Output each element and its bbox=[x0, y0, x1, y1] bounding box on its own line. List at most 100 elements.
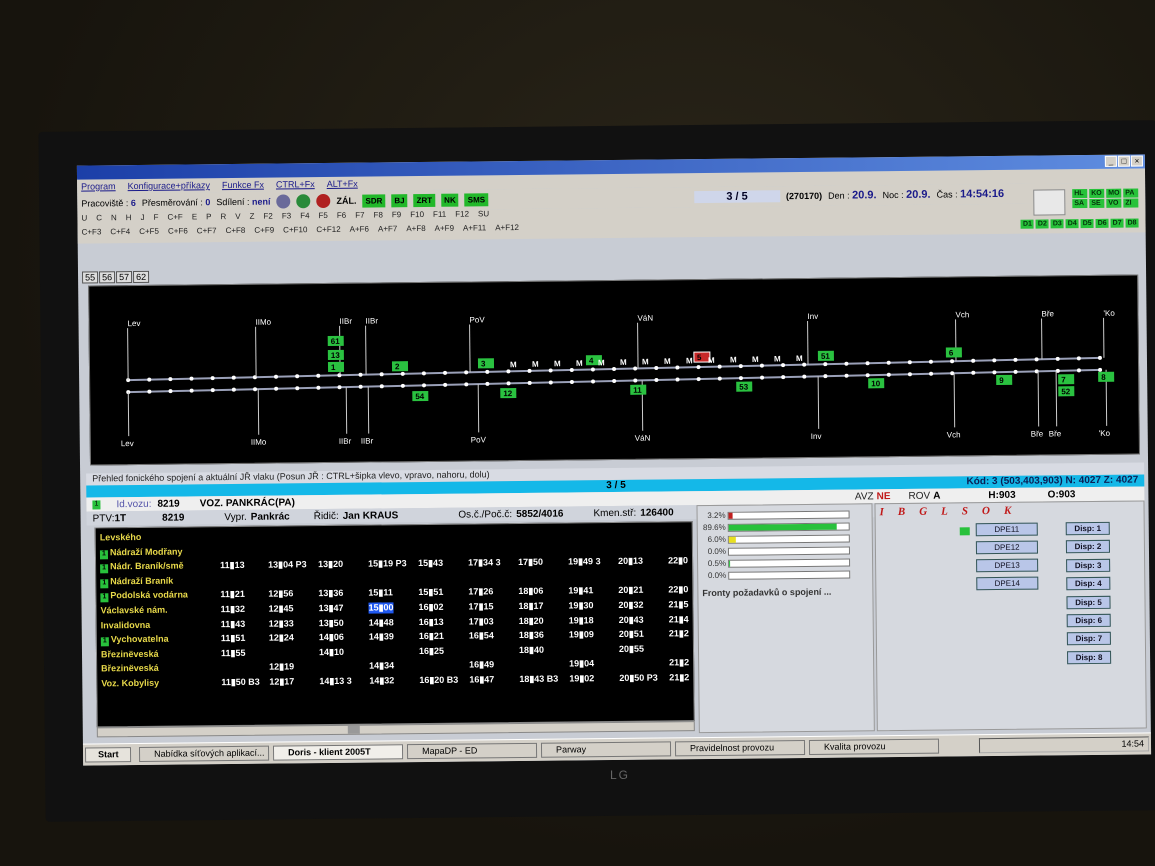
time-cell[interactable]: 19▮04 bbox=[569, 659, 594, 670]
fkey-c-f9[interactable]: C+F9 bbox=[254, 226, 274, 235]
disp-button-2[interactable]: Disp: 2 bbox=[1065, 540, 1111, 554]
zal-label[interactable]: ZÁL. bbox=[336, 196, 356, 206]
disp-button-3[interactable]: Disp: 3 bbox=[1066, 558, 1111, 573]
task-parway[interactable]: Parway bbox=[540, 741, 672, 758]
time-cell[interactable]: 15▮19 P3 bbox=[368, 558, 407, 569]
fkey-v[interactable]: V bbox=[235, 212, 240, 221]
time-cell[interactable]: 17▮34 3 bbox=[468, 557, 501, 568]
region-vo[interactable]: VO bbox=[1106, 198, 1122, 208]
time-cell[interactable]: 11▮43 bbox=[221, 618, 246, 629]
fkey-a-f6[interactable]: A+F6 bbox=[350, 225, 369, 234]
time-cell[interactable]: 17▮26 bbox=[468, 587, 493, 598]
task-kvalita[interactable]: Kvalita provozu bbox=[808, 738, 940, 755]
header-letter-l[interactable]: L bbox=[941, 506, 948, 518]
time-cell[interactable]: 18▮40 bbox=[519, 645, 544, 656]
time-cell[interactable]: 14▮13 3 bbox=[319, 676, 352, 687]
dpe-button-12[interactable]: DPE12 bbox=[975, 540, 1039, 555]
time-cell[interactable]: 11▮32 bbox=[220, 604, 245, 615]
fkey-f12[interactable]: F12 bbox=[455, 210, 469, 219]
fkey-f9[interactable]: F9 bbox=[392, 210, 401, 219]
time-cell[interactable]: 13▮04 P3 bbox=[268, 559, 307, 570]
fkey-n[interactable]: N bbox=[111, 213, 117, 222]
fkey-c-f8[interactable]: C+F8 bbox=[226, 226, 246, 235]
time-cell[interactable]: 18▮06 bbox=[518, 586, 543, 597]
time-cell[interactable]: 11▮51 bbox=[221, 633, 246, 644]
time-cell[interactable]: 18▮36 bbox=[519, 630, 544, 641]
dbox-d6[interactable]: D6 bbox=[1095, 218, 1109, 228]
region-zi[interactable]: ZI bbox=[1123, 198, 1139, 208]
task-nabidka[interactable]: Nabídka síťových aplikací... bbox=[138, 745, 270, 762]
time-cell[interactable]: 21▮5 bbox=[668, 599, 688, 610]
fkey-su[interactable]: SU bbox=[478, 209, 489, 218]
time-cell[interactable]: 22▮0 bbox=[668, 585, 688, 596]
region-se[interactable]: SE bbox=[1089, 198, 1105, 209]
menu-program[interactable]: Program bbox=[81, 181, 116, 191]
fkey-f7[interactable]: F7 bbox=[355, 211, 364, 220]
time-cell[interactable]: 14▮06 bbox=[319, 632, 344, 643]
timetable-grid[interactable]: Levského 1 Nádraží Modřany 1 Nádr. Braník/sm… bbox=[94, 521, 695, 728]
tag-zrt[interactable]: ZRT bbox=[413, 193, 436, 207]
region-sa[interactable]: SA bbox=[1072, 199, 1088, 209]
time-cell[interactable]: 15▮11 bbox=[368, 588, 393, 599]
time-cell[interactable]: 11▮21 bbox=[220, 589, 245, 600]
tag-bj[interactable]: BJ bbox=[391, 193, 408, 207]
time-cell[interactable]: 20▮13 bbox=[618, 556, 643, 567]
time-cell[interactable]: 20▮43 bbox=[619, 614, 644, 625]
time-cell[interactable]: 12▮56 bbox=[268, 589, 293, 600]
dbox-d8[interactable]: D8 bbox=[1125, 218, 1139, 228]
time-cell[interactable]: 12▮45 bbox=[268, 603, 293, 614]
fkey-c-f[interactable]: C+F bbox=[167, 213, 182, 222]
region-hl[interactable]: HL bbox=[1072, 189, 1088, 199]
time-cell[interactable]: 15▮51 bbox=[418, 587, 443, 598]
fkey-p[interactable]: P bbox=[206, 212, 211, 221]
time-cell[interactable]: 19▮30 bbox=[568, 600, 593, 611]
tag-sms[interactable]: SMS bbox=[464, 192, 489, 207]
time-cell[interactable]: 17▮50 bbox=[518, 557, 543, 568]
header-letter-s[interactable]: S bbox=[962, 505, 968, 517]
time-cell[interactable]: 16▮47 bbox=[469, 674, 494, 685]
fkey-f5[interactable]: F5 bbox=[318, 211, 327, 220]
fkey-c-f4[interactable]: C+F4 bbox=[110, 227, 130, 236]
tab-55[interactable]: 55 bbox=[81, 271, 99, 284]
time-cell[interactable]: 20▮55 bbox=[619, 643, 644, 654]
region-pa[interactable]: PA bbox=[1123, 188, 1139, 198]
time-cell[interactable]: 14▮32 bbox=[369, 675, 394, 686]
dbox-d1[interactable]: D1 bbox=[1020, 219, 1034, 229]
time-cell[interactable]: 20▮21 bbox=[618, 585, 643, 596]
time-cell[interactable]: 19▮09 bbox=[569, 629, 594, 640]
time-cell[interactable]: 21▮2 bbox=[669, 628, 689, 639]
time-cell[interactable]: 18▮43 B3 bbox=[519, 674, 558, 685]
minimize-icon[interactable]: _ bbox=[1104, 155, 1117, 167]
phone-icon[interactable] bbox=[276, 194, 291, 209]
time-cell[interactable]: 12▮17 bbox=[269, 676, 294, 687]
region-ko[interactable]: KO bbox=[1089, 188, 1105, 199]
fkey-z[interactable]: Z bbox=[250, 212, 255, 221]
time-cell[interactable]: 16▮25 bbox=[419, 646, 444, 657]
close-icon[interactable]: × bbox=[1130, 155, 1143, 167]
time-cell[interactable]: 22▮0 bbox=[668, 555, 688, 566]
region-mo[interactable]: MO bbox=[1106, 188, 1122, 198]
tag-sdr[interactable]: SDR bbox=[362, 193, 386, 208]
time-cell[interactable]: 20▮50 P3 bbox=[619, 673, 658, 684]
task-doris[interactable]: Doris - klient 2005T bbox=[272, 744, 404, 761]
fkey-f6[interactable]: F6 bbox=[337, 211, 346, 220]
fkey-c-f10[interactable]: C+F10 bbox=[283, 225, 307, 234]
time-cell[interactable]: 16▮21 bbox=[419, 631, 444, 642]
header-letter-b[interactable]: B bbox=[898, 506, 905, 518]
fkey-h[interactable]: H bbox=[126, 213, 132, 222]
time-cell[interactable]: 12▮24 bbox=[269, 633, 294, 644]
fkey-u[interactable]: U bbox=[81, 214, 87, 223]
fkey-c-f12[interactable]: C+F12 bbox=[316, 225, 340, 234]
time-cell[interactable]: 11▮55 bbox=[221, 648, 246, 659]
time-cell[interactable]: 17▮15 bbox=[468, 601, 493, 612]
disp-button-8[interactable]: Disp: 8 bbox=[1067, 650, 1112, 665]
time-cell[interactable]: 13▮20 bbox=[318, 559, 343, 570]
disp-button-5[interactable]: Disp: 5 bbox=[1066, 595, 1111, 609]
fkey-a-f7[interactable]: A+F7 bbox=[378, 224, 397, 233]
time-cell[interactable]: 17▮03 bbox=[469, 616, 494, 627]
fkey-c-f5[interactable]: C+F5 bbox=[139, 227, 159, 236]
header-letter-k[interactable]: K bbox=[1004, 505, 1011, 517]
dbox-d5[interactable]: D5 bbox=[1080, 218, 1094, 229]
time-cell[interactable]: 20▮32 bbox=[618, 600, 643, 611]
fkey-c-f3[interactable]: C+F3 bbox=[82, 227, 102, 236]
